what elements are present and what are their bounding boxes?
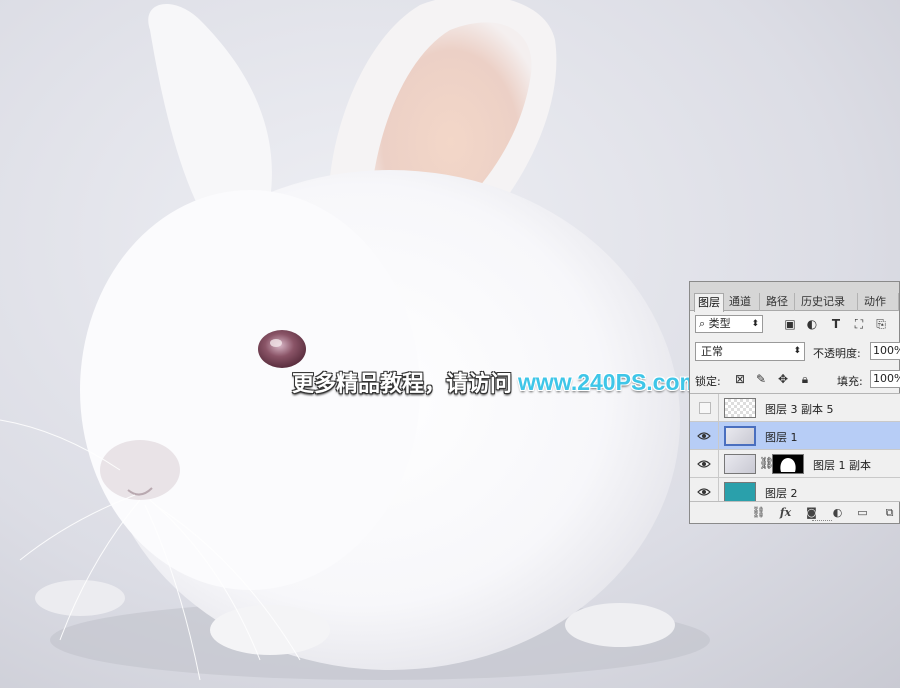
type-filter-icon[interactable]: T <box>829 317 843 331</box>
filter-kind-label: 类型 <box>708 317 731 330</box>
tab-history[interactable]: 历史记录 <box>798 293 858 311</box>
lock-position-icon[interactable]: ✥ <box>776 372 790 386</box>
layer-name: 图层 1 <box>765 431 798 444</box>
layer-name: 图层 2 <box>765 487 798 500</box>
layer-thumbnail <box>724 426 756 446</box>
smart-object-filter-icon[interactable]: ⎘ <box>874 317 888 331</box>
tab-paths[interactable]: 路径 <box>763 293 795 311</box>
layer-thumbnail <box>724 398 756 418</box>
layer-row[interactable]: 图层 2 <box>690 478 900 502</box>
shape-filter-icon[interactable]: ⛶ <box>852 317 866 331</box>
fill-label: 填充: <box>837 375 863 388</box>
visibility-toggle[interactable] <box>690 394 719 421</box>
layer-row[interactable]: 图层 1 <box>690 422 900 450</box>
tab-actions[interactable]: 动作 <box>861 293 899 311</box>
lock-all-icon[interactable]: 🔒︎ <box>798 372 812 386</box>
add-mask-icon[interactable]: ◙ <box>804 505 819 520</box>
eye-icon <box>697 488 711 496</box>
watermark-text: 更多精品教程，请访问 <box>292 372 513 397</box>
lock-transparent-icon[interactable]: ⊠ <box>733 372 747 386</box>
layers-list: 图层 3 副本 5 图层 1 ⛓ 图层 1 副本 图层 2 <box>690 393 900 502</box>
group-icon[interactable]: ▭ <box>855 505 870 520</box>
blend-mode-value: 正常 <box>701 345 723 358</box>
layer-thumbnail <box>724 482 756 502</box>
resize-grip[interactable] <box>812 520 832 523</box>
layer-row[interactable]: 图层 3 副本 5 <box>690 394 900 422</box>
link-icon[interactable]: ⛓ <box>751 505 766 520</box>
visibility-toggle[interactable] <box>690 478 719 502</box>
visibility-toggle[interactable] <box>690 450 719 477</box>
fx-icon[interactable]: fx <box>778 505 793 520</box>
hidden-eye-box <box>699 402 711 414</box>
blend-row: 正常 ⬍ 不透明度: 100% <box>690 340 900 364</box>
filter-row: ⌕ 类型 ⬍ ▣ ◐ T ⛶ ⎘ <box>690 312 900 337</box>
select-arrow-icon: ⬍ <box>793 346 801 356</box>
eye-icon <box>697 432 711 440</box>
layers-panel: 图层 通道 路径 历史记录 动作 ⌕ 类型 ⬍ ▣ ◐ T ⛶ ⎘ 正常 ⬍ 不… <box>689 281 900 524</box>
adjustment-icon[interactable]: ◐ <box>830 505 845 520</box>
lock-pixels-icon[interactable]: ✎ <box>754 372 768 386</box>
visibility-toggle[interactable] <box>690 422 719 449</box>
lock-label: 锁定: <box>695 375 721 388</box>
fill-input[interactable]: 100% <box>870 370 900 388</box>
lock-row: 锁定: ⊠ ✎ ✥ 🔒︎ 填充: 100% <box>690 368 900 392</box>
new-layer-icon[interactable]: ⧉ <box>882 505 897 520</box>
layer-name: 图层 3 副本 5 <box>765 403 834 416</box>
layer-name: 图层 1 副本 <box>813 459 871 472</box>
search-icon: ⌕ <box>699 317 709 330</box>
filter-kind-select[interactable]: ⌕ 类型 ⬍ <box>695 315 763 333</box>
layer-row[interactable]: ⛓ 图层 1 副本 <box>690 450 900 478</box>
select-arrow-icon: ⬍ <box>751 319 759 329</box>
tab-layers[interactable]: 图层 <box>694 293 724 312</box>
adjustment-filter-icon[interactable]: ◐ <box>805 317 819 331</box>
layer-mask-thumbnail[interactable] <box>772 454 804 474</box>
layer-thumbnail <box>724 454 756 474</box>
blend-mode-select[interactable]: 正常 ⬍ <box>695 342 805 361</box>
opacity-input[interactable]: 100% <box>870 342 900 360</box>
watermark: 更多精品教程，请访问 www.240PS.com <box>292 366 700 398</box>
watermark-url: www.240PS.com <box>518 368 700 395</box>
tab-channels[interactable]: 通道 <box>726 293 760 311</box>
panel-tabs: 图层 通道 路径 历史记录 动作 <box>690 282 899 312</box>
mask-shape-icon <box>780 458 796 472</box>
opacity-label: 不透明度: <box>813 347 861 360</box>
image-filter-icon[interactable]: ▣ <box>783 317 797 331</box>
panel-footer: ⛓ fx ◙ ◐ ▭ ⧉ <box>690 501 900 524</box>
eye-icon <box>697 460 711 468</box>
